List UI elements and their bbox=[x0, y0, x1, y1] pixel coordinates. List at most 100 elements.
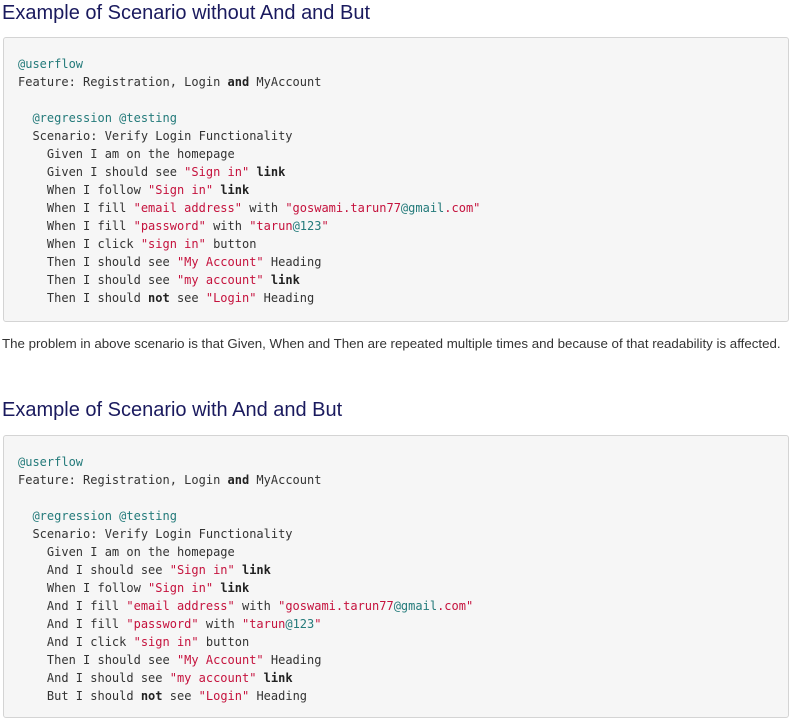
code-text: Heading bbox=[263, 653, 322, 667]
code-text: see bbox=[169, 291, 206, 305]
code-text: Heading bbox=[263, 255, 322, 269]
code-string: "goswami.tarun77 bbox=[285, 201, 401, 215]
code-annotation: @userflow bbox=[18, 455, 84, 469]
code-text: Feature: Registration, Login bbox=[18, 75, 228, 89]
code-line: Then I should see "my account" link bbox=[18, 271, 788, 289]
code-text: And I fill bbox=[18, 617, 127, 631]
code-text: And I should see bbox=[18, 563, 170, 577]
code-string: "Sign in" bbox=[148, 183, 214, 197]
code-string: "sign in" bbox=[140, 237, 206, 251]
code-string: "password" bbox=[126, 617, 199, 631]
code-string: " bbox=[314, 617, 322, 631]
code-text: Scenario: Verify Login Functionality bbox=[18, 527, 293, 541]
code-annotation: @regression @testing bbox=[32, 509, 177, 523]
code-line: When I follow "Sign in" link bbox=[18, 579, 788, 597]
code-string: .com" bbox=[444, 201, 481, 215]
code-text: MyAccount bbox=[249, 75, 322, 89]
code-string: "password" bbox=[133, 219, 206, 233]
code-text: MyAccount bbox=[249, 473, 322, 487]
code-string: "Sign in" bbox=[184, 165, 250, 179]
code-line: When I fill "password" with "tarun@123" bbox=[18, 217, 788, 235]
code-text: Feature: Registration, Login bbox=[18, 473, 228, 487]
code-text: And I fill bbox=[18, 599, 127, 613]
code-annotation: @gmail bbox=[393, 599, 438, 613]
code-line: Scenario: Verify Login Functionality bbox=[18, 127, 788, 145]
code-text: And I should see bbox=[18, 671, 170, 685]
section-heading-with-and-but: Example of Scenario with And and But bbox=[2, 399, 343, 421]
code-keyword: and bbox=[227, 75, 250, 89]
code-string: "tarun bbox=[249, 219, 293, 233]
code-text: Then I should see bbox=[18, 273, 177, 287]
code-line: And I click "sign in" button bbox=[18, 633, 788, 651]
code-annotation: @gmail bbox=[400, 201, 445, 215]
code-line: Then I should not see "Login" Heading bbox=[18, 289, 788, 307]
code-line: Given I am on the homepage bbox=[18, 543, 788, 561]
explanation-paragraph: The problem in above scenario is that Gi… bbox=[2, 336, 781, 351]
code-string: "My Account" bbox=[176, 255, 264, 269]
code-annotation: @userflow bbox=[18, 57, 84, 71]
code-string: "My Account" bbox=[176, 653, 264, 667]
code-string: "my account" bbox=[176, 273, 264, 287]
code-string: "Sign in" bbox=[148, 581, 214, 595]
code-line: Given I should see "Sign in" link bbox=[18, 163, 788, 181]
code-line: And I fill "password" with "tarun@123" bbox=[18, 615, 788, 633]
code-text: Heading bbox=[249, 689, 308, 703]
code-text: But I should bbox=[18, 689, 141, 703]
code-string: "tarun bbox=[241, 617, 286, 631]
code-text: When I fill bbox=[18, 219, 134, 233]
code-line: @regression @testing bbox=[18, 507, 788, 525]
code-string: "sign in" bbox=[133, 635, 199, 649]
code-string: "email address" bbox=[126, 599, 235, 613]
code-text: Scenario: Verify Login Functionality bbox=[18, 129, 293, 143]
code-line: Then I should see "My Account" Heading bbox=[18, 253, 788, 271]
code-text: When I fill bbox=[18, 201, 134, 215]
code-annotation: @123 bbox=[292, 219, 322, 233]
code-keyword: link bbox=[220, 183, 250, 197]
code-text: with bbox=[241, 201, 286, 215]
code-keyword: link bbox=[241, 563, 271, 577]
code-text: Then I should see bbox=[18, 653, 177, 667]
code-text: When I click bbox=[18, 237, 141, 251]
code-line: @regression @testing bbox=[18, 109, 788, 127]
code-line: Given I am on the homepage bbox=[18, 145, 788, 163]
code-keyword: not bbox=[140, 689, 163, 703]
code-keyword: link bbox=[263, 671, 293, 685]
code-text: button bbox=[198, 635, 250, 649]
code-line: Feature: Registration, Login and MyAccou… bbox=[18, 471, 788, 489]
section-heading-without-and-but: Example of Scenario without And and But bbox=[2, 2, 371, 24]
code-string: "Login" bbox=[198, 689, 250, 703]
code-string: "goswami.tarun77 bbox=[278, 599, 394, 613]
code-string: .com" bbox=[437, 599, 474, 613]
code-text: see bbox=[162, 689, 199, 703]
code-string: "email address" bbox=[133, 201, 242, 215]
code-string: "Login" bbox=[205, 291, 257, 305]
code-keyword: link bbox=[256, 165, 286, 179]
code-line: @userflow bbox=[18, 55, 788, 73]
code-text: And I click bbox=[18, 635, 134, 649]
code-text: with bbox=[205, 219, 250, 233]
code-line: And I should see "Sign in" link bbox=[18, 561, 788, 579]
code-block-with-and-but: @userflow Feature: Registration, Login an… bbox=[3, 435, 789, 718]
code-string: "my account" bbox=[169, 671, 257, 685]
code-keyword: link bbox=[270, 273, 300, 287]
code-block-without-and-but: @userflow Feature: Registration, Login an… bbox=[3, 37, 789, 322]
code-keyword: and bbox=[227, 473, 250, 487]
code-text: with bbox=[198, 617, 242, 631]
code-annotation: @regression @testing bbox=[32, 111, 177, 125]
code-line: And I fill "email address" with "goswami… bbox=[18, 597, 788, 615]
code-keyword: link bbox=[220, 581, 250, 595]
code-line: And I should see "my account" link bbox=[18, 669, 788, 687]
code-string: "Sign in" bbox=[169, 563, 235, 577]
code-text: button bbox=[205, 237, 257, 251]
code-text: When I follow bbox=[18, 183, 149, 197]
code-text: with bbox=[234, 599, 279, 613]
code-text: Then I should see bbox=[18, 255, 177, 269]
code-text: When I follow bbox=[18, 581, 149, 595]
code-line: When I fill "email address" with "goswam… bbox=[18, 199, 788, 217]
code-line: When I follow "Sign in" link bbox=[18, 181, 788, 199]
